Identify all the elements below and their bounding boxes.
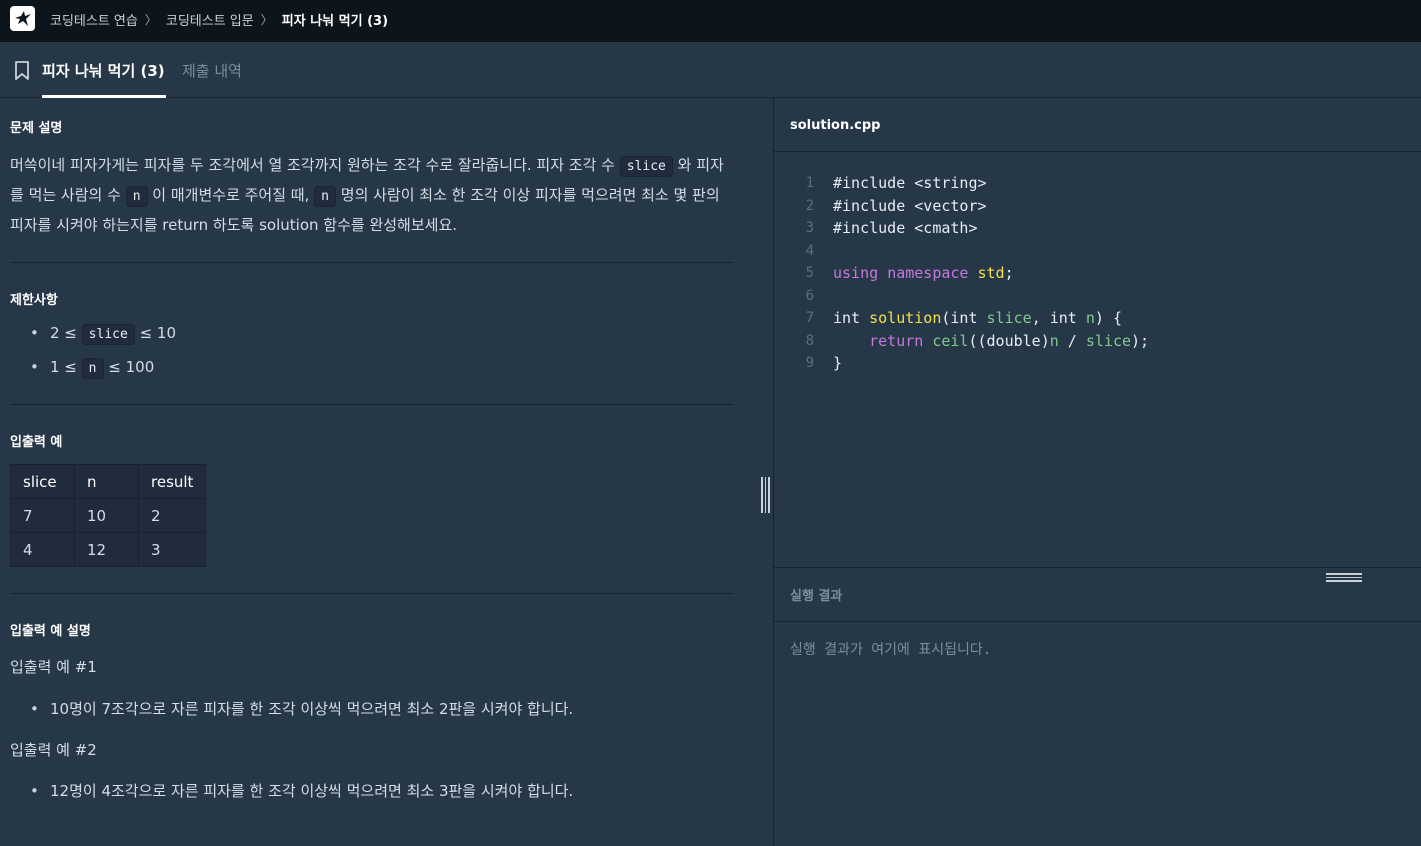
result-output: 실행 결과가 여기에 표시됩니다.: [790, 642, 992, 658]
table-cell: 12: [74, 532, 139, 567]
code-line[interactable]: 9}: [774, 352, 1421, 375]
table-row: 4 12 3: [10, 532, 207, 567]
list-item: 12명이 4조각으로 자른 피자를 한 조각 이상씩 먹으려면 최소 3판을 시…: [30, 774, 573, 808]
divider: [774, 621, 1421, 622]
breadcrumb-practice[interactable]: 코딩테스트 연습: [50, 10, 138, 29]
explanation-heading: 입출력 예 설명: [10, 624, 91, 639]
file-header: solution.cpp: [774, 98, 1421, 152]
list-item: 2 ≤ slice ≤ 10: [30, 316, 176, 350]
example2-list: 12명이 4조각으로 자른 피자를 한 조각 이상씩 먹으려면 최소 3판을 시…: [30, 774, 573, 808]
table-cell: 4: [10, 532, 75, 567]
problem-description: 머쓱이네 피자가게는 피자를 두 조각에서 열 조각까지 원하는 조각 수로 잘…: [10, 151, 730, 240]
code-text: #include <vector>: [833, 196, 987, 215]
code-text: return ceil((double)n / slice);: [869, 331, 1150, 350]
code-n: n: [81, 358, 104, 379]
code-text: int solution(int slice, int n) {: [833, 309, 1122, 327]
chevron-right-icon: 〉: [144, 12, 157, 27]
line-number: 7: [805, 310, 814, 326]
tab-submissions[interactable]: 제출 내역: [182, 60, 242, 81]
divider: [774, 567, 1421, 568]
divider: [10, 262, 734, 263]
problem-panel[interactable]: 문제 설명 머쓱이네 피자가게는 피자를 두 조각에서 열 조각까지 원하는 조…: [0, 98, 773, 846]
line-number: 3: [805, 220, 814, 236]
constraint-text: 2 ≤: [50, 324, 77, 342]
code-line[interactable]: 4: [774, 240, 1421, 263]
code-line[interactable]: 6: [774, 285, 1421, 308]
desc-text: 이 매개변수로 주어질 때,: [152, 186, 310, 204]
tab-bar: 피자 나눠 먹기 (3) 제출 내역: [0, 42, 1421, 98]
file-name: solution.cpp: [790, 118, 881, 133]
constraints-heading: 제한사항: [10, 293, 58, 308]
tab-problem[interactable]: 피자 나눠 먹기 (3): [42, 60, 165, 81]
table-row: 7 10 2: [10, 498, 207, 533]
divider: [10, 593, 734, 594]
breadcrumb-current: 피자 나눠 먹기 (3): [281, 13, 389, 29]
line-number: 4: [805, 242, 814, 259]
code-line[interactable]: 3 #include <cmath>: [774, 217, 1421, 240]
bookmark-icon[interactable]: [14, 61, 30, 80]
list-item: 10명이 7조각으로 자른 피자를 한 조각 이상씩 먹으려면 최소 2판을 시…: [30, 692, 573, 726]
line-number: 9: [805, 355, 814, 371]
code-text: }: [833, 354, 843, 372]
code-text: #include <string>: [833, 174, 987, 192]
code-text: using namespace std;: [833, 264, 1014, 282]
table-header-row: slice n result: [10, 464, 207, 499]
breadcrumb-intro[interactable]: 코딩테스트 입문: [166, 10, 254, 29]
table-cell: 3: [137, 532, 207, 567]
table-cell: 10: [74, 498, 139, 533]
code-slice: slice: [81, 324, 135, 345]
example2-title: 입출력 예 #2: [10, 741, 97, 759]
line-number: 1: [805, 175, 814, 191]
examples-heading: 입출력 예: [10, 435, 63, 450]
line-number: 6: [805, 287, 814, 304]
line-number: 5: [805, 265, 814, 281]
line-number: 2: [805, 197, 814, 214]
constraint-text: ≤ 10: [139, 324, 177, 342]
table-cell: 7: [10, 498, 75, 533]
table-cell: 2: [137, 498, 207, 533]
code-line[interactable]: 1 #include <string>: [774, 172, 1421, 195]
horizontal-resize-handle[interactable]: [1326, 573, 1362, 582]
divider: [10, 404, 734, 405]
line-number: 8: [805, 332, 814, 349]
code-line[interactable]: 2 #include <vector>: [774, 195, 1421, 218]
code-slice: slice: [619, 156, 673, 177]
programmers-logo-icon[interactable]: [10, 6, 35, 31]
vertical-resize-handle[interactable]: [761, 477, 770, 513]
code-n: n: [125, 186, 148, 207]
result-label: 실행 결과: [790, 589, 843, 604]
desc-text: 머쓱이네 피자가게는 피자를 두 조각에서 열 조각까지 원하는 조각 수로 잘…: [10, 156, 615, 174]
chevron-right-icon: 〉: [260, 12, 273, 27]
list-item: 1 ≤ n ≤ 100: [30, 350, 176, 384]
constraint-text: ≤ 100: [108, 358, 155, 376]
constraints-list: 2 ≤ slice ≤ 10 1 ≤ n ≤ 100: [30, 316, 176, 384]
top-navigation-bar: 코딩테스트 연습 〉 코딩테스트 입문 〉 피자 나눠 먹기 (3): [0, 0, 1421, 42]
constraint-text: 1 ≤: [50, 358, 77, 376]
code-line[interactable]: 5 using namespace std;: [774, 262, 1421, 285]
editor-panel: solution.cpp 1 #include <string> 2 #includ…: [773, 98, 1421, 846]
example1-list: 10명이 7조각으로 자른 피자를 한 조각 이상씩 먹으려면 최소 2판을 시…: [30, 692, 573, 726]
code-line[interactable]: 8 return ceil((double)n / slice);: [774, 330, 1421, 353]
table-header: result: [137, 464, 207, 499]
code-text: #include <cmath>: [833, 219, 978, 237]
code-line[interactable]: 7 int solution(int slice, int n) {: [774, 307, 1421, 330]
breadcrumb: 코딩테스트 연습 〉 코딩테스트 입문 〉 피자 나눠 먹기 (3): [50, 0, 388, 38]
example1-title: 입출력 예 #1: [10, 658, 97, 676]
table-header: slice: [10, 464, 75, 499]
code-n: n: [314, 186, 336, 207]
table-header: n: [74, 464, 139, 499]
code-editor[interactable]: 1 #include <string> 2 #include <vector> 3 #…: [774, 172, 1421, 375]
examples-table: slice n result 7 10 2 4 12 3: [10, 464, 207, 567]
description-heading: 문제 설명: [10, 121, 63, 136]
